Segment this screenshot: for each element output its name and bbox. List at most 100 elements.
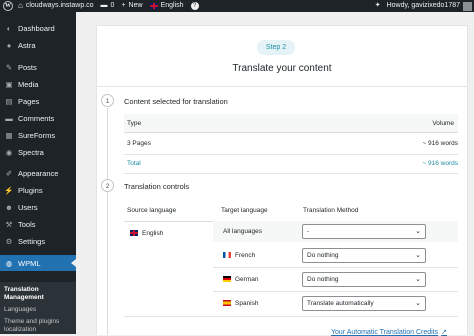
total-volume: ~ 916 words: [422, 160, 458, 167]
sidebar-item-tools[interactable]: ⚒ Tools: [0, 216, 76, 232]
column-header-target: Target language: [221, 207, 268, 214]
home-icon: ⌂: [18, 1, 23, 10]
comments-link[interactable]: ▬ 0: [101, 0, 115, 12]
sidebar-item-label: Media: [18, 79, 39, 89]
france-flag-icon: [223, 252, 231, 259]
sidebar-item-settings[interactable]: ⚙ Settings: [0, 233, 76, 249]
admin-sidebar: ◐ Dashboard ● Astra ✎ Posts ▣ Media ▤ Pages ▬ Comme…: [0, 12, 76, 334]
chevron-down-icon: ⌄: [415, 228, 421, 235]
sidebar-item-comments[interactable]: ▬ Comments: [0, 110, 76, 126]
astra-icon: ●: [6, 40, 12, 50]
dashboard-icon: ◐: [6, 23, 12, 33]
credits-link-label: Your Automatic Translation Credits: [331, 329, 439, 336]
pages-icon: ▤: [5, 96, 13, 106]
comment-icon: ▬: [5, 113, 13, 123]
wpml-icon: ◍: [5, 258, 13, 268]
site-name: cloudways.instawp.co: [25, 2, 94, 9]
target-language-spanish: Spanish: [223, 300, 259, 307]
row-divider: [213, 291, 458, 292]
user-greeting[interactable]: Howdy, gavizixedo1787: [387, 0, 460, 12]
sparkle-icon[interactable]: ✦: [375, 0, 381, 12]
target-language-german: German: [223, 276, 258, 283]
settings-icon: ⚙: [5, 236, 13, 246]
row-volume: ~ 916 words: [422, 140, 458, 147]
all-languages-method-select[interactable]: - ⌄: [302, 224, 426, 239]
chevron-down-icon: ⌄: [415, 300, 421, 307]
step-connector-line: [107, 108, 108, 335]
sidebar-item-pages[interactable]: ▤ Pages: [0, 93, 76, 109]
french-method-select[interactable]: Do nothing ⌄: [302, 248, 426, 263]
sidebar-item-label: Tools: [18, 219, 36, 229]
sidebar-item-users[interactable]: ☻ Users: [0, 199, 76, 215]
submenu-translation-management[interactable]: Translation Management: [4, 286, 76, 302]
main-content: Step 2 Translate your content 1 Content …: [76, 12, 474, 336]
question-icon: ?: [190, 2, 199, 10]
media-icon: ▣: [5, 79, 13, 89]
source-language-label: English: [142, 230, 164, 237]
avatar[interactable]: [463, 1, 472, 11]
plus-icon: +: [121, 2, 126, 9]
chevron-down-icon: ⌄: [415, 252, 421, 259]
sidebar-item-label: Pages: [18, 96, 40, 106]
row-divider: [124, 316, 458, 317]
divider: [97, 86, 467, 87]
sidebar-item-dashboard[interactable]: ◐ Dashboard: [0, 20, 76, 36]
uk-flag-icon: [130, 230, 138, 237]
step-pill: Step 2: [257, 40, 295, 55]
spectra-icon: ◉: [5, 147, 13, 157]
german-method-select[interactable]: Do nothing ⌄: [302, 272, 426, 287]
wpml-submenu: Translation Management Languages Theme a…: [0, 282, 76, 334]
sidebar-item-plugins[interactable]: ⚡ Plugins: [0, 182, 76, 198]
row-divider: [124, 154, 458, 155]
new-content-link[interactable]: + New: [121, 0, 142, 12]
sidebar-item-wpml[interactable]: ◍ WPML: [0, 255, 76, 271]
content-table-header: Type Volume: [124, 114, 458, 133]
help-link[interactable]: ?: [190, 2, 199, 10]
step-number-1: 1: [101, 94, 114, 107]
method-value: Translate automatically: [307, 300, 374, 307]
language-switcher[interactable]: English: [149, 0, 184, 12]
uk-flag-icon: [149, 3, 158, 9]
source-language: English: [130, 230, 163, 237]
sidebar-item-label: Posts: [18, 62, 37, 72]
sidebar-item-spectra[interactable]: ◉ Spectra: [0, 144, 76, 160]
step-number-2: 2: [101, 179, 114, 192]
all-languages-method-value: -: [307, 228, 310, 235]
spain-flag-icon: [223, 300, 231, 307]
pin-icon: ✎: [5, 62, 13, 72]
comment-icon: ▬: [100, 2, 108, 9]
sidebar-item-posts[interactable]: ✎ Posts: [0, 59, 76, 75]
language-label: German: [235, 276, 259, 283]
row-type: 3 Pages: [127, 140, 151, 147]
column-header-volume: Volume: [432, 120, 454, 127]
method-value: Do nothing: [307, 252, 339, 259]
submenu-languages[interactable]: Languages: [4, 306, 36, 314]
sidebar-item-label: Astra: [18, 40, 36, 50]
sidebar-item-label: Plugins: [18, 185, 43, 195]
site-name-link[interactable]: ⌂ cloudways.instawp.co: [18, 0, 94, 12]
sidebar-item-astra[interactable]: ● Astra: [0, 37, 76, 53]
sidebar-item-sureforms[interactable]: ▦ SureForms: [0, 127, 76, 143]
sidebar-item-media[interactable]: ▣ Media: [0, 76, 76, 92]
total-label: Total: [127, 160, 141, 167]
translation-credits-link[interactable]: Your Automatic Translation Credits ↗: [331, 328, 447, 336]
plugin-icon: ⚡: [4, 185, 14, 195]
controls-table-header: Source language Target language Translat…: [124, 201, 458, 222]
all-languages-label: All languages: [223, 228, 263, 235]
sureforms-icon: ▦: [5, 130, 13, 140]
spanish-method-select[interactable]: Translate automatically ⌄: [302, 296, 426, 311]
sidebar-item-label: Comments: [18, 113, 55, 123]
chevron-down-icon: ⌄: [415, 276, 421, 283]
page-title: Translate your content: [232, 63, 332, 74]
column-header-type: Type: [127, 120, 142, 127]
submenu-theme-plugins-localization[interactable]: Theme and plugins localization: [4, 318, 70, 334]
language-label: Spanish: [235, 300, 259, 307]
sidebar-item-appearance[interactable]: ✐ Appearance: [0, 165, 76, 181]
method-value: Do nothing: [307, 276, 339, 283]
new-label: New: [128, 2, 143, 9]
users-icon: ☻: [5, 202, 13, 212]
language-label: French: [235, 252, 256, 259]
brush-icon: ✐: [5, 168, 13, 178]
wordpress-logo-icon[interactable]: W: [3, 1, 13, 11]
row-divider: [213, 267, 458, 268]
